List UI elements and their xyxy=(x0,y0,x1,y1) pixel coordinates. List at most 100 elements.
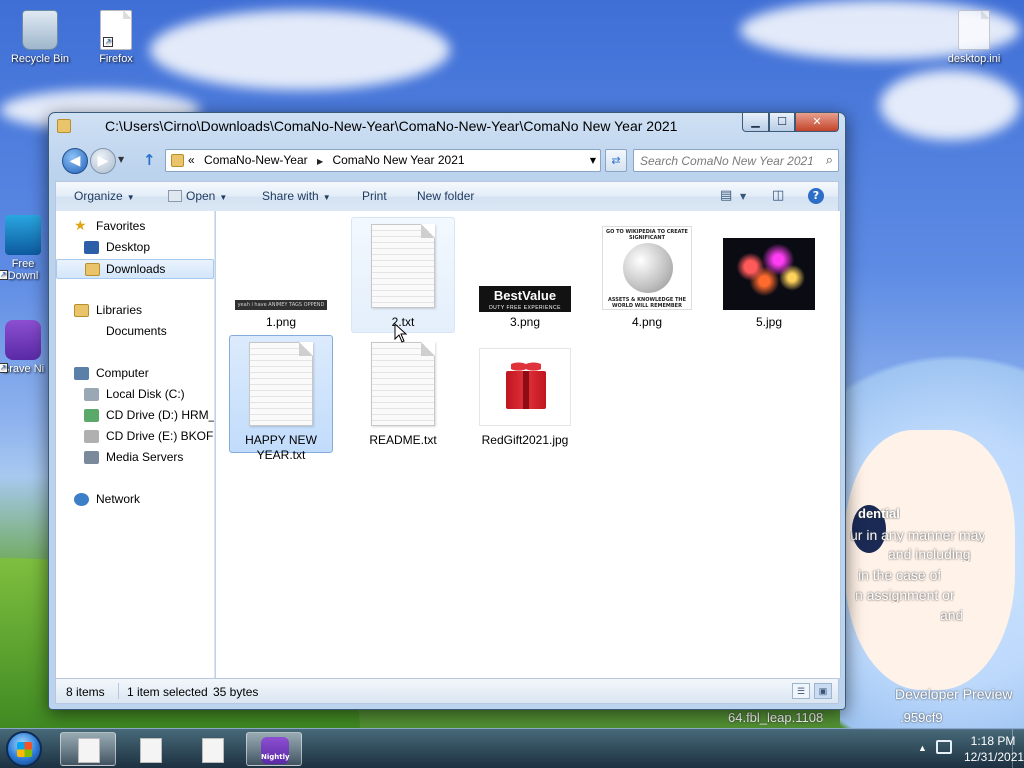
breadcrumb: « ComaNo-New-Year ▶ ComaNo New Year 2021 xyxy=(188,153,471,167)
file-tile-1-png[interactable]: yeah i have ANIMEY TAGS OPPEND 1.png xyxy=(229,217,333,333)
forward-button[interactable]: ▶ xyxy=(90,148,116,174)
network-status-icon[interactable] xyxy=(936,740,952,754)
nav-item-favorites[interactable]: ★ Favorites xyxy=(56,217,214,237)
nav-item-label: Favorites xyxy=(96,219,146,233)
help-icon[interactable]: ? xyxy=(808,188,824,204)
back-button[interactable]: ◀ xyxy=(62,148,88,174)
thumbnail-subtext: DUTY FREE EXPERIENCE xyxy=(489,305,561,311)
gift-thumbnail xyxy=(479,348,571,426)
maximize-button[interactable]: ☐ xyxy=(769,113,795,132)
breadcrumb-item[interactable]: ComaNo-New-Year xyxy=(204,153,308,167)
nav-item-label: Network xyxy=(96,492,141,506)
nav-item-documents[interactable]: Documents xyxy=(56,322,214,342)
text-file-icon xyxy=(371,224,435,308)
desktop-text-line: and xyxy=(940,607,964,623)
show-hidden-icons-icon[interactable]: ▲ xyxy=(918,743,927,753)
search-input[interactable] xyxy=(634,150,812,171)
print-button[interactable]: Print xyxy=(362,189,387,203)
file-tile-3-png[interactable]: BestValue DUTY FREE EXPERIENCE 3.png xyxy=(473,217,577,333)
organize-button[interactable]: Organize ▼ xyxy=(74,189,135,203)
desktop-text-line: and including xyxy=(888,546,971,562)
taskbar-item-brave[interactable]: Nightly xyxy=(246,732,302,766)
file-name: 3.png xyxy=(509,315,541,329)
taskbar-item-explorer[interactable] xyxy=(60,732,116,766)
nav-item-label: Computer xyxy=(96,366,149,380)
nav-item-label: Documents xyxy=(106,324,167,338)
desktop-text-line: Developer Preview xyxy=(895,686,1013,702)
nav-item-cd-drive-d[interactable]: CD Drive (D:) HRM_C xyxy=(56,406,214,426)
nav-item-label: Libraries xyxy=(96,303,143,317)
taskbar-item-notepad[interactable] xyxy=(122,732,178,766)
brave-browser-icon: ↗ xyxy=(0,320,41,373)
desktop-icon-free-download[interactable]: ↗ Free Downl xyxy=(0,215,50,282)
desktop-text-line: 64.fbl_leap.1108 xyxy=(728,710,824,725)
nav-item-label: CD Drive (E:) BKOFFI xyxy=(106,429,214,443)
chevron-right-icon[interactable]: ▶ xyxy=(317,157,323,166)
title-bar[interactable]: C:\Users\Cirno\Downloads\ComaNo-New-Year… xyxy=(49,113,845,139)
desktop-text-line: dential xyxy=(858,506,900,521)
file-tile-readme-txt[interactable]: README.txt xyxy=(351,335,455,451)
nav-item-computer[interactable]: Computer xyxy=(56,364,214,384)
address-dropdown-icon[interactable]: ▼ xyxy=(590,156,596,165)
breadcrumb-overflow[interactable]: « xyxy=(188,153,195,167)
open-button[interactable]: Open ▼ xyxy=(168,189,227,203)
show-desktop-button[interactable] xyxy=(1012,729,1024,768)
minimize-button[interactable]: ▁ xyxy=(742,113,769,132)
change-view-icon[interactable]: ▤ xyxy=(720,188,732,203)
new-folder-button[interactable]: New folder xyxy=(417,189,474,203)
search-icon[interactable]: ⌕ xyxy=(826,153,833,168)
file-name: HAPPY NEW YEAR.txt xyxy=(245,433,317,462)
desktop-icon-desktop-ini[interactable]: desktop.ini xyxy=(936,10,1012,65)
file-tile-happy-new-year-txt[interactable]: HAPPY NEW YEAR.txt xyxy=(229,335,333,462)
file-tile-5-jpg[interactable]: 5.jpg xyxy=(717,217,821,333)
nav-item-libraries[interactable]: Libraries xyxy=(56,301,214,321)
address-bar[interactable]: « ComaNo-New-Year ▶ ComaNo New Year 2021… xyxy=(165,149,601,172)
file-name: README.txt xyxy=(369,433,437,447)
large-icons-view-icon[interactable]: ▣ xyxy=(814,683,832,699)
desktop-icon-recycle-bin[interactable]: Recycle Bin xyxy=(2,10,78,65)
file-tile-4-png[interactable]: GO TO WIKIPEDIA TO CREATE SIGNIFICANT AS… xyxy=(595,217,699,333)
folder-icon xyxy=(171,154,184,167)
breadcrumb-item[interactable]: ComaNo New Year 2021 xyxy=(332,153,464,167)
file-tile-2-txt[interactable]: 2.txt xyxy=(351,217,455,333)
mouse-cursor-icon xyxy=(394,323,408,343)
settings-file-icon xyxy=(958,10,990,50)
recent-pages-dropdown-icon[interactable]: ▼ xyxy=(118,155,124,164)
nav-item-local-disk[interactable]: Local Disk (C:) xyxy=(56,385,214,405)
nav-item-label: CD Drive (D:) HRM_C xyxy=(106,408,214,422)
document-icon xyxy=(140,738,162,763)
hard-drive-icon xyxy=(84,388,99,401)
desktop-text-line: .959cf9 xyxy=(900,710,943,725)
up-arrow-icon[interactable]: ↑ xyxy=(143,151,156,169)
desktop-icon-firefox[interactable]: ↗ Firefox xyxy=(78,10,154,65)
nav-item-media-servers[interactable]: Media Servers xyxy=(56,448,214,468)
start-button[interactable] xyxy=(6,731,42,767)
nav-item-downloads[interactable]: Downloads xyxy=(56,259,214,279)
nav-item-network[interactable]: Network xyxy=(56,490,214,510)
desktop-icon-brave[interactable]: ↗ Brave Ni xyxy=(0,320,50,375)
computer-icon xyxy=(74,367,89,380)
download-app-icon: ↗ xyxy=(0,215,41,280)
nav-item-desktop[interactable]: Desktop xyxy=(56,238,214,258)
file-list: yeah i have ANIMEY TAGS OPPEND 1.png 2.t… xyxy=(216,211,841,678)
view-options-dropdown-icon[interactable]: ▼ xyxy=(740,192,746,201)
nav-item-cd-drive-e[interactable]: CD Drive (E:) BKOFFI xyxy=(56,427,214,447)
chevron-down-icon: ▼ xyxy=(322,193,331,202)
refresh-button[interactable]: ⇄ xyxy=(605,149,627,172)
clock-time[interactable]: 1:18 PM xyxy=(968,734,1018,748)
windows-logo-icon xyxy=(17,742,32,757)
share-with-button[interactable]: Share with ▼ xyxy=(262,189,331,203)
search-box: ⌕ xyxy=(633,149,839,172)
notepad-icon xyxy=(168,190,182,202)
close-button[interactable]: ✕ xyxy=(795,113,839,132)
file-name: RedGift2021.jpg xyxy=(481,433,569,447)
thumbnail-text: GO TO WIKIPEDIA TO CREATE SIGNIFICANT xyxy=(606,229,688,241)
system-tray: ▲ 1:18 PM 12/31/2021 xyxy=(884,729,1024,768)
thumbnail-subtext: ASSETS & KNOWLEDGE THE WORLD WILL REMEMB… xyxy=(608,297,686,309)
taskbar-item-notepad[interactable] xyxy=(184,732,240,766)
open-label: Open xyxy=(186,189,216,203)
details-view-icon[interactable]: ☰ xyxy=(792,683,810,699)
file-tile-redgift2021-jpg[interactable]: RedGift2021.jpg xyxy=(473,335,577,451)
brave-browser-icon: Nightly xyxy=(261,737,290,764)
preview-pane-icon[interactable]: ◫ xyxy=(772,188,784,203)
